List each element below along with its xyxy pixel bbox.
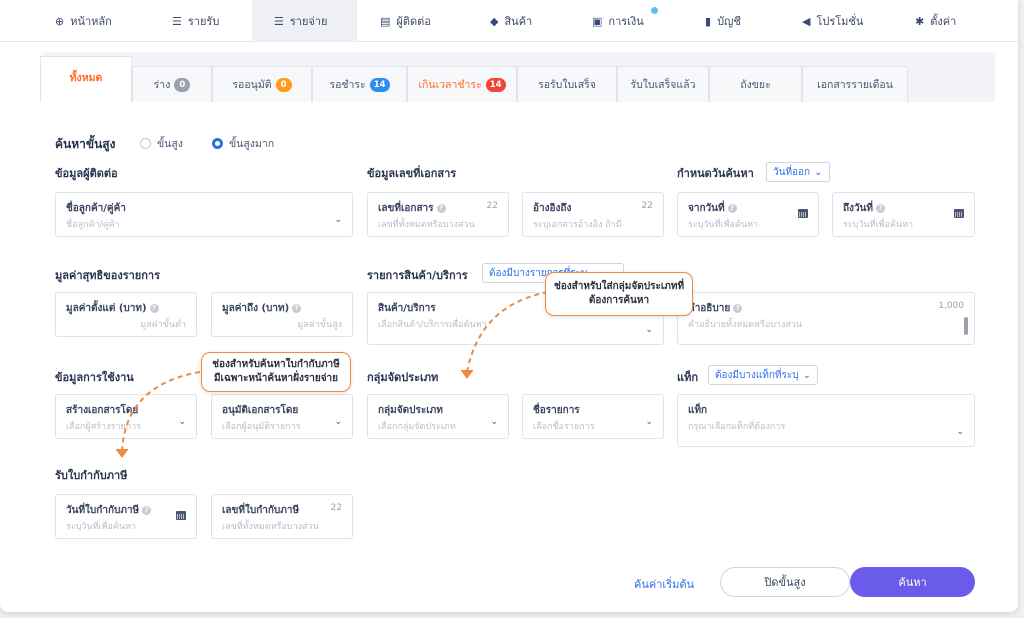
nav-item-contacts[interactable]: ▤ ผู้ติดต่อ	[380, 0, 431, 42]
section-usage: ข้อมูลการใช้งาน	[55, 371, 134, 384]
tab-overdue[interactable]: เกินเวลาชำระ 14	[407, 66, 517, 102]
nav-item-income[interactable]: ☰ รายรับ	[172, 0, 219, 42]
nav-item-promotion[interactable]: ◀ โปรโมชั่น	[802, 0, 863, 42]
radio-circle-selected	[212, 138, 223, 149]
search-panel: ทั้งหมด ร่าง 0 รออนุมัติ 0 รอชำระ 14 เกิ…	[40, 52, 995, 612]
from-date-field[interactable]: จากวันที่? ระบุวันที่เพื่อค้นหา	[677, 192, 819, 237]
count-badge: 14	[369, 77, 390, 92]
help-icon: ?	[436, 203, 446, 213]
section-tax-invoice: รับใบกำกับภาษี	[55, 469, 128, 482]
calendar-icon[interactable]	[798, 209, 808, 218]
nav-item-expense[interactable]: ☰ รายจ่าย	[252, 0, 357, 42]
money-icon: ▣	[592, 14, 603, 28]
search-button[interactable]: ค้นหา	[850, 567, 975, 597]
income-list-icon: ☰	[172, 14, 182, 28]
chevron-down-icon: ⌄	[334, 215, 342, 225]
tags-field[interactable]: แท็ก กรุณาเลือกแท็กที่ต้องการ ⌄	[677, 394, 975, 447]
nav-item-accounting[interactable]: ▮ บัญชี	[705, 0, 741, 42]
description-field[interactable]: คำอธิบาย? 1,000 คำอธิบายทั้งหมดหรือบางส่…	[677, 292, 975, 345]
created-by-field[interactable]: สร้างเอกสารโดย เลือกผู้สร้างรายการ ⌄	[55, 394, 197, 439]
chevron-down-icon: ⌄	[814, 166, 823, 178]
item-name-field[interactable]: ชื่อรายการ เลือกชื่อรายการ ⌄	[522, 394, 664, 439]
tab-pending-approval[interactable]: รออนุมัติ 0	[212, 66, 312, 102]
nav-item-finance[interactable]: ▣ การเงิน	[592, 0, 659, 42]
section-doc-number: ข้อมูลเลขที่เอกสาร	[367, 167, 457, 180]
reference-field[interactable]: อ้างอิงถึง 22 ระบุเอกสารอ้างอิง ถ้ามี	[522, 192, 664, 237]
app-window: ⊕ หน้าหลัก ☰ รายรับ ☰ รายจ่าย ▤ ผู้ติดต่…	[0, 0, 1018, 612]
status-tabs: ทั้งหมด ร่าง 0 รออนุมัติ 0 รอชำระ 14 เกิ…	[40, 52, 995, 102]
help-icon: ?	[292, 303, 302, 313]
callout-category-group: ช่องสำหรับใส่กลุ่มจัดประเภทที่ ต้องการค้…	[545, 272, 693, 316]
date-type-select[interactable]: วันที่ออก ⌄	[766, 162, 830, 182]
gear-icon: ✱	[915, 14, 925, 28]
nav-item-home[interactable]: ⊕ หน้าหลัก	[55, 0, 112, 42]
category-group-field[interactable]: กลุ่มจัดประเภท เลือกกลุ่มจัดประเภท ⌄	[367, 394, 509, 439]
help-icon: ?	[142, 505, 152, 515]
tab-draft[interactable]: ร่าง 0	[132, 66, 212, 102]
ledger-icon: ▮	[705, 14, 712, 28]
advanced-search-title: ค้นหาขั้นสูง	[55, 137, 116, 151]
box-icon: ◆	[490, 14, 499, 28]
count-badge: 0	[174, 77, 191, 92]
textarea-scrollbar[interactable]	[964, 317, 968, 335]
radio-advanced[interactable]: ขั้นสูง	[140, 135, 183, 152]
help-icon: ?	[733, 303, 743, 313]
tab-awaiting-receipt[interactable]: รอรับใบเสร็จ	[517, 66, 617, 102]
help-icon: ?	[149, 303, 159, 313]
tab-all[interactable]: ทั้งหมด	[40, 56, 132, 102]
expense-list-icon: ☰	[274, 14, 284, 28]
section-tags: แท็ก	[677, 371, 699, 384]
chevron-down-icon: ⌄	[334, 417, 342, 427]
value-from-field[interactable]: มูลค่าตั้งแต่ (บาท)? มูลค่าขั้นต่ำ	[55, 292, 197, 337]
nav-item-products[interactable]: ◆ สินค้า	[490, 0, 532, 42]
calendar-icon[interactable]	[176, 511, 186, 520]
radio-circle	[140, 138, 151, 149]
chevron-down-icon: ⌄	[645, 325, 653, 335]
help-icon: ?	[875, 203, 885, 213]
count-badge: 14	[485, 77, 506, 92]
tab-awaiting-payment[interactable]: รอชำระ 14	[312, 66, 407, 102]
close-advanced-button[interactable]: ปิดขั้นสูง	[720, 567, 850, 597]
section-date-range: กำหนดวันค้นหา	[677, 167, 754, 180]
section-items: รายการสินค้า/บริการ	[367, 269, 468, 282]
section-category-group: กลุ่มจัดประเภท	[367, 371, 439, 384]
tax-invoice-date-field[interactable]: วันที่ใบกำกับภาษี? ระบุวันที่เพื่อค้นหา	[55, 494, 197, 539]
chevron-down-icon: ⌄	[645, 417, 653, 427]
tab-receipt-received[interactable]: รับใบเสร็จแล้ว	[617, 66, 709, 102]
customer-field[interactable]: ชื่อลูกค้า/คู่ค้า ชื่อลูกค้า/คู่ค้า ⌄	[55, 192, 353, 237]
home-icon: ⊕	[55, 14, 65, 28]
chevron-down-icon: ⌄	[802, 369, 811, 381]
reset-defaults-link[interactable]: ค้นค่าเริ่มต้น	[634, 575, 694, 593]
tab-trash[interactable]: ถังขยะ	[709, 66, 802, 102]
callout-tax-invoice: ช่องสำหรับค้นหาใบกำกับภาษี มีเฉพาะหน้าค้…	[201, 352, 351, 392]
radio-super-advanced[interactable]: ขั้นสูงมาก	[212, 135, 274, 152]
calendar-icon[interactable]	[954, 209, 964, 218]
to-date-field[interactable]: ถึงวันที่? ระบุวันที่เพื่อค้นหา	[832, 192, 975, 237]
contacts-icon: ▤	[380, 14, 391, 28]
section-contact: ข้อมูลผู้ติดต่อ	[55, 167, 118, 180]
chevron-down-icon: ⌄	[956, 427, 964, 437]
top-navigation: ⊕ หน้าหลัก ☰ รายรับ ☰ รายจ่าย ▤ ผู้ติดต่…	[0, 0, 1018, 42]
section-net-value: มูลค่าสุทธิของรายการ	[55, 269, 160, 282]
approved-by-field[interactable]: อนุมัติเอกสารโดย เลือกผู้อนุมัติรายการ ⌄	[211, 394, 353, 439]
help-icon: ?	[727, 203, 737, 213]
chevron-down-icon: ⌄	[490, 417, 498, 427]
doc-number-field[interactable]: เลขที่เอกสาร? 22 เลขที่ทั้งหมดหรือบางส่ว…	[367, 192, 509, 237]
value-to-field[interactable]: มูลค่าถึง (บาท)? มูลค่าขั้นสูง	[211, 292, 353, 337]
chevron-down-icon: ⌄	[178, 417, 186, 427]
megaphone-icon: ◀	[802, 14, 811, 28]
notification-dot	[650, 6, 659, 15]
tax-invoice-number-field[interactable]: เลขที่ใบกำกับภาษี 22 เลขที่ทั้งหมดหรือบา…	[211, 494, 353, 539]
tags-mode-select[interactable]: ต้องมีบางแท็กที่ระบุ ⌄	[708, 365, 818, 385]
count-badge: 0	[275, 77, 292, 92]
tab-monthly-docs[interactable]: เอกสารรายเดือน	[802, 66, 908, 102]
nav-item-settings[interactable]: ✱ ตั้งค่า	[915, 0, 956, 42]
